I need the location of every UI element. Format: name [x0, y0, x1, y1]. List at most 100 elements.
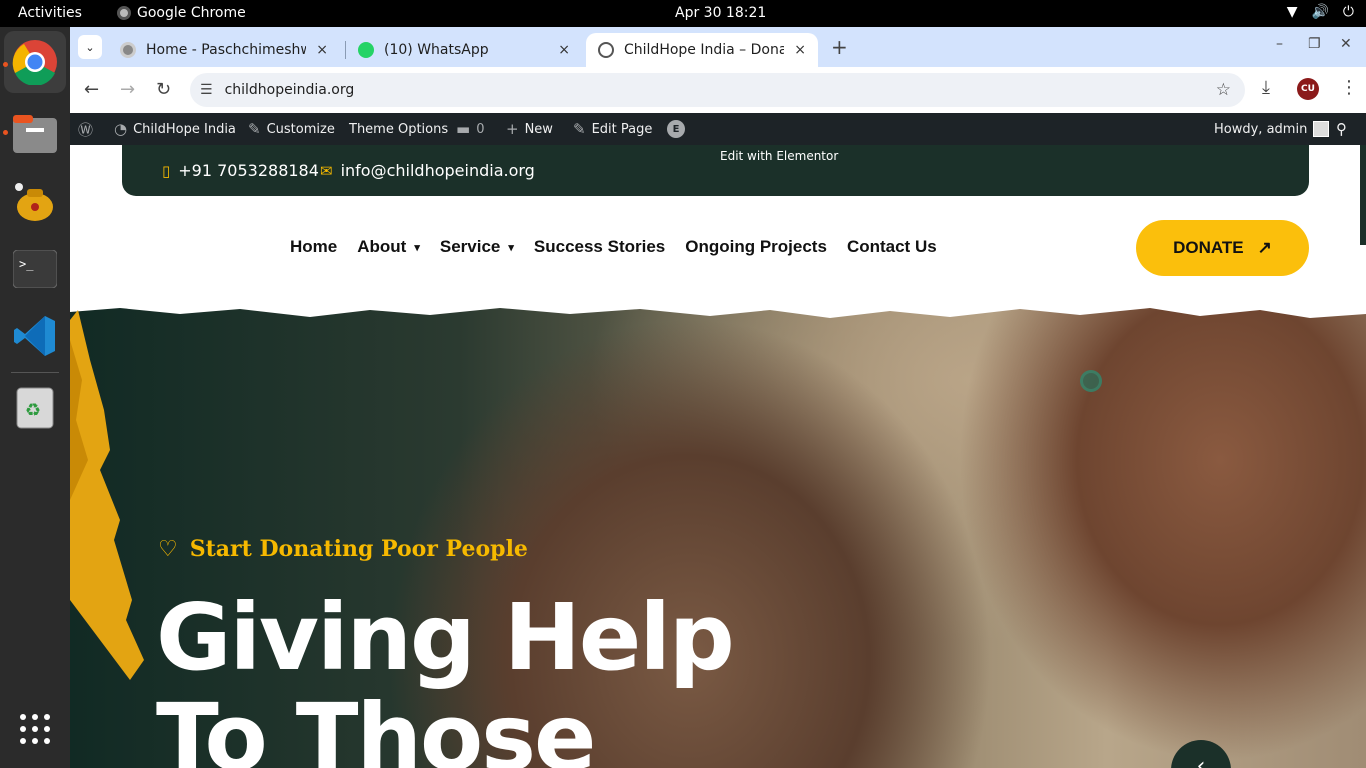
page-viewport: ▯ +91 7053288184 ✉ info@childhopeindia.o… [70, 145, 1366, 768]
site-info-icon[interactable]: ☰ [200, 82, 213, 98]
running-indicator [3, 130, 8, 135]
wp-comments[interactable]: ▬ 0 [456, 113, 484, 145]
donate-button[interactable]: DONATE ↗ [1136, 220, 1309, 276]
elementor-tooltip[interactable]: Edit with Elementor [720, 149, 838, 163]
pencil-icon: ✎ [573, 120, 586, 138]
contact-bar: ▯ +91 7053288184 ✉ info@childhopeindia.o… [122, 145, 1309, 196]
system-top-bar: Activities Google Chrome Apr 30 18:21 ▼ … [0, 0, 1366, 27]
bookmark-star-icon[interactable]: ☆ [1216, 80, 1231, 100]
close-tab-icon[interactable]: × [316, 42, 328, 58]
nav-home[interactable]: Home [290, 237, 337, 257]
wp-edit-page[interactable]: ✎ Edit Page [573, 113, 652, 145]
system-tray[interactable]: ▼ 🔊 ⏻ [1287, 4, 1354, 20]
comments-count: 0 [476, 121, 485, 137]
phone-icon: ▯ [162, 161, 171, 180]
theme-options-label: Theme Options [349, 121, 449, 137]
vscode-dock-icon[interactable] [11, 312, 59, 360]
close-tab-icon[interactable]: × [558, 42, 570, 58]
user-avatar [1313, 121, 1330, 137]
brush-icon: ✎ [248, 120, 261, 138]
hero-section: ♡ Start Donating Poor People Giving Help… [70, 300, 1366, 768]
tab-whatsapp[interactable]: (10) WhatsApp × [346, 33, 582, 67]
chevron-icon: ‹ [1196, 754, 1206, 768]
back-button[interactable]: ← [84, 79, 99, 100]
hero-title-line: Giving Help [156, 584, 735, 691]
customize-label: Customize [266, 121, 335, 137]
hero-title: Giving Help To Those [156, 584, 735, 768]
close-tab-icon[interactable]: × [794, 42, 806, 58]
chrome-dock-icon[interactable] [4, 31, 66, 93]
phone-number: +91 7053288184 [178, 161, 319, 180]
wp-theme-options[interactable]: Theme Options [349, 113, 448, 145]
torn-edge [70, 300, 1366, 318]
clock[interactable]: Apr 30 18:21 [675, 5, 766, 21]
mail-icon: ✉ [320, 161, 333, 180]
running-indicator [3, 62, 8, 67]
nav-success-stories[interactable]: Success Stories [534, 237, 665, 257]
svg-text:>_: >_ [19, 257, 34, 271]
tab-childhope[interactable]: ChildHope India – Donat × [586, 33, 818, 67]
chrome-app-icon [117, 6, 131, 20]
reload-button[interactable]: ↻ [156, 79, 171, 100]
address-bar[interactable]: ☰ childhopeindia.org ☆ [190, 73, 1245, 107]
activities-button[interactable]: Activities [18, 5, 82, 21]
donate-label: DONATE [1173, 238, 1244, 257]
site-favicon-icon [120, 42, 136, 58]
nav-ongoing-projects[interactable]: Ongoing Projects [685, 237, 827, 257]
email-contact[interactable]: ✉ info@childhopeindia.org [320, 161, 535, 180]
globe-icon [598, 42, 614, 58]
browser-toolbar: ← → ↻ ☰ childhopeindia.org ☆ ⤓ CU ⋮ [70, 67, 1366, 113]
aisleriot-dock-icon[interactable] [11, 177, 59, 225]
chevron-down-icon: ⌄ [85, 40, 95, 54]
page-scrollbar[interactable] [1360, 145, 1366, 245]
dock: >_ ♻ [0, 27, 70, 768]
main-nav: Home About ▾ Service ▾ Success Stories Ong… [290, 237, 937, 257]
trash-dock-icon[interactable]: ♻ [11, 383, 59, 431]
app-name: Google Chrome [137, 5, 246, 21]
nav-contact-us[interactable]: Contact Us [847, 237, 937, 257]
hero-kicker: ♡ Start Donating Poor People [158, 536, 528, 562]
nav-service[interactable]: Service ▾ [440, 237, 514, 257]
tab-paschchimeshwar[interactable]: Home - Paschchimeshwa × [108, 33, 340, 67]
restore-button[interactable]: ❐ [1308, 36, 1321, 52]
show-apps-icon[interactable] [11, 705, 59, 753]
dock-separator [11, 372, 59, 373]
tab-title: Home - Paschchimeshwa [146, 42, 307, 58]
hotspot-marker[interactable] [1080, 370, 1102, 392]
comment-icon: ▬ [456, 120, 471, 138]
nav-label: Home [290, 237, 338, 256]
volume-icon: 🔊 [1311, 4, 1329, 20]
nav-about[interactable]: About ▾ [357, 237, 420, 257]
wp-account[interactable]: Howdy, admin [1214, 113, 1330, 145]
menu-kebab-icon[interactable]: ⋮ [1340, 77, 1358, 98]
nav-label: About [357, 237, 407, 256]
url-text: childhopeindia.org [224, 82, 355, 98]
new-tab-button[interactable]: + [831, 35, 848, 59]
profile-avatar[interactable]: CU [1297, 78, 1319, 100]
greeting-label: Howdy, admin [1214, 121, 1308, 137]
hand-heart-icon: ♡ [158, 536, 178, 562]
elementor-icon[interactable]: E [667, 113, 685, 145]
tab-search-button[interactable]: ⌄ [78, 35, 102, 59]
wp-customize[interactable]: ✎ Customize [248, 113, 335, 145]
chevron-down-icon: ▾ [414, 241, 420, 254]
close-window-button[interactable]: ✕ [1340, 36, 1352, 52]
arrow-up-right-icon: ↗ [1257, 238, 1272, 257]
phone-contact[interactable]: ▯ +91 7053288184 [162, 161, 319, 180]
files-dock-icon[interactable] [11, 110, 59, 158]
wp-site-name[interactable]: ◔ ChildHope India [114, 113, 236, 145]
new-label: New [524, 121, 553, 137]
hero-title-line: To Those [156, 684, 596, 768]
download-icon[interactable]: ⤓ [1262, 77, 1270, 98]
search-icon[interactable]: ⚲ [1336, 113, 1347, 145]
tab-strip: ⌄ Home - Paschchimeshwa × (10) WhatsApp … [70, 27, 1366, 67]
plus-icon: + [506, 120, 519, 138]
edit-page-label: Edit Page [591, 121, 653, 137]
brush-stroke-decoration [70, 310, 144, 680]
minimize-button[interactable]: – [1276, 36, 1283, 52]
terminal-dock-icon[interactable]: >_ [11, 245, 59, 293]
forward-button[interactable]: → [120, 79, 135, 100]
wp-new[interactable]: + New [506, 113, 553, 145]
app-menu[interactable]: Google Chrome [117, 5, 246, 21]
wordpress-logo-icon[interactable]: Ⓦ [78, 113, 93, 145]
